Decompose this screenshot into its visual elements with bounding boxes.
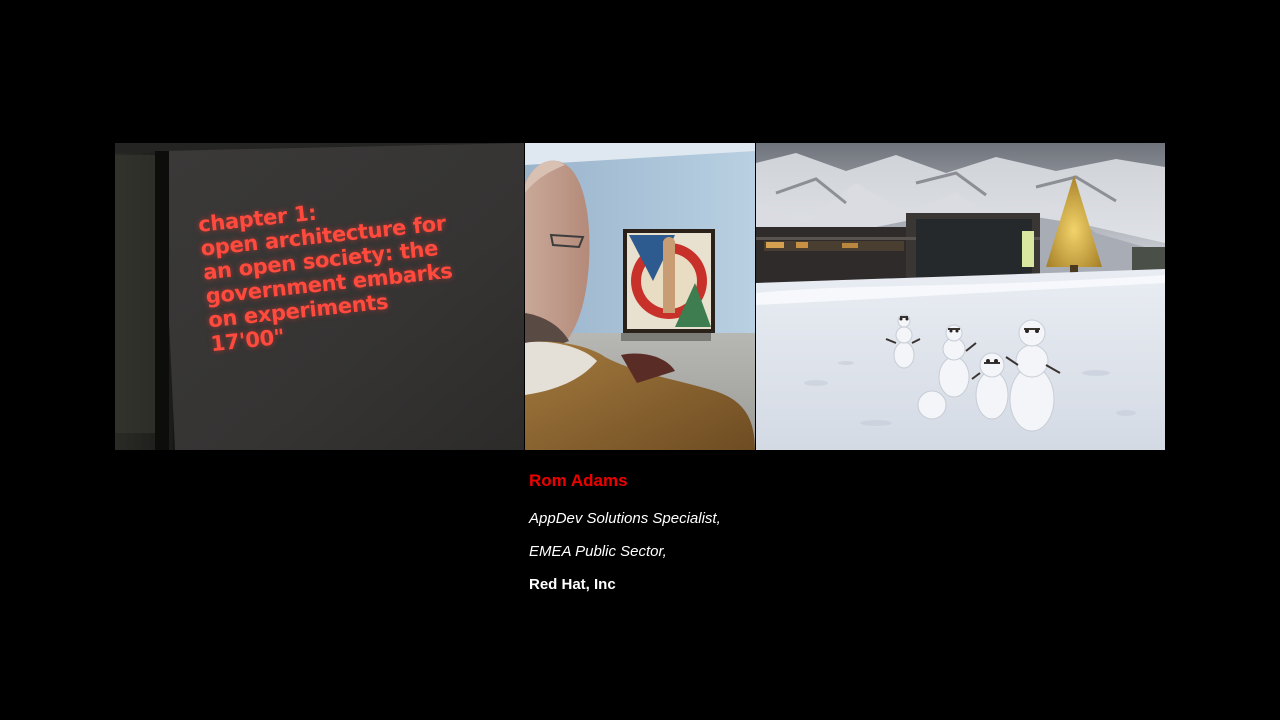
projected-text: chapter 1: open architecture for an open…	[197, 187, 459, 357]
slide: chapter 1: open architecture for an open…	[0, 0, 1280, 720]
speaker-caption: Rom Adams AppDev Solutions Specialist, E…	[529, 470, 1029, 593]
speaker-title-line-2: EMEA Public Sector,	[529, 543, 667, 560]
gallery-selfie-photo	[525, 143, 755, 450]
speaker-title-line-1: AppDev Solutions Specialist,	[529, 510, 721, 527]
projector-screen-photo: chapter 1: open architecture for an open…	[115, 143, 524, 450]
speaker-name: Rom Adams	[529, 471, 628, 490]
snowmen-image	[756, 143, 1165, 450]
speaker-company: Red Hat, Inc	[529, 576, 616, 593]
snowmen-photo	[756, 143, 1165, 450]
gallery-selfie-image	[525, 143, 755, 450]
